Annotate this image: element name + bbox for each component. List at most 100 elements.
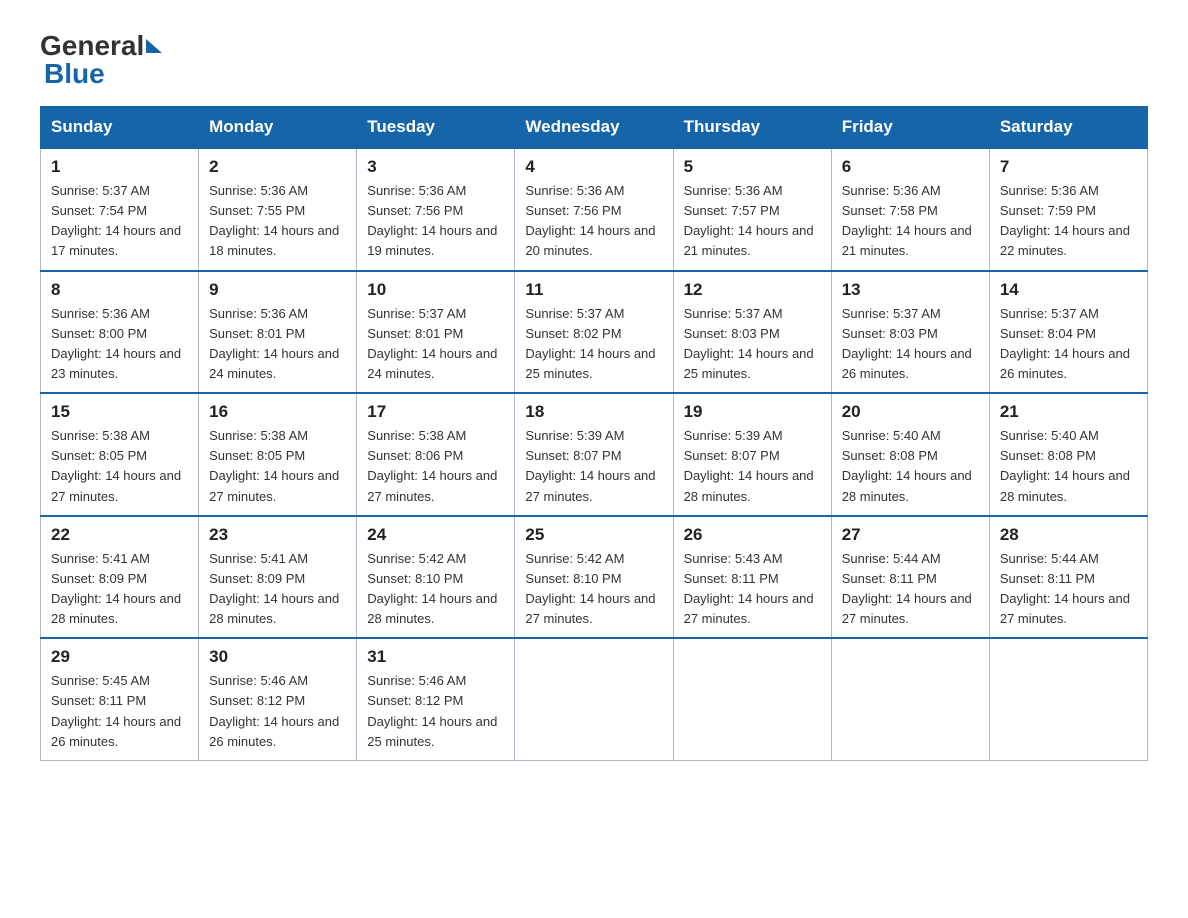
- calendar-day-cell: [673, 638, 831, 760]
- calendar-day-cell: 22 Sunrise: 5:41 AMSunset: 8:09 PMDayligh…: [41, 516, 199, 639]
- day-info: Sunrise: 5:36 AMSunset: 7:55 PMDaylight:…: [209, 181, 346, 262]
- day-number: 28: [1000, 525, 1137, 545]
- calendar-day-cell: 8 Sunrise: 5:36 AMSunset: 8:00 PMDaylight…: [41, 271, 199, 394]
- day-number: 12: [684, 280, 821, 300]
- weekday-header-wednesday: Wednesday: [515, 107, 673, 149]
- day-info: Sunrise: 5:45 AMSunset: 8:11 PMDaylight:…: [51, 671, 188, 752]
- calendar-day-cell: 9 Sunrise: 5:36 AMSunset: 8:01 PMDaylight…: [199, 271, 357, 394]
- weekday-header-tuesday: Tuesday: [357, 107, 515, 149]
- day-info: Sunrise: 5:40 AMSunset: 8:08 PMDaylight:…: [842, 426, 979, 507]
- calendar-day-cell: 3 Sunrise: 5:36 AMSunset: 7:56 PMDaylight…: [357, 148, 515, 271]
- logo-blue-text: Blue: [40, 58, 105, 90]
- calendar-day-cell: 20 Sunrise: 5:40 AMSunset: 8:08 PMDayligh…: [831, 393, 989, 516]
- day-number: 30: [209, 647, 346, 667]
- calendar-day-cell: 13Sunrise: 5:37 AMSunset: 8:03 PMDayligh…: [831, 271, 989, 394]
- calendar-day-cell: 11Sunrise: 5:37 AMSunset: 8:02 PMDayligh…: [515, 271, 673, 394]
- weekday-header-sunday: Sunday: [41, 107, 199, 149]
- calendar-day-cell: 26 Sunrise: 5:43 AMSunset: 8:11 PMDayligh…: [673, 516, 831, 639]
- calendar-day-cell: 2 Sunrise: 5:36 AMSunset: 7:55 PMDaylight…: [199, 148, 357, 271]
- day-info: Sunrise: 5:38 AMSunset: 8:05 PMDaylight:…: [209, 426, 346, 507]
- day-number: 1: [51, 157, 188, 177]
- calendar-table: SundayMondayTuesdayWednesdayThursdayFrid…: [40, 106, 1148, 761]
- calendar-day-cell: 7 Sunrise: 5:36 AMSunset: 7:59 PMDaylight…: [989, 148, 1147, 271]
- day-number: 22: [51, 525, 188, 545]
- calendar-day-cell: 25 Sunrise: 5:42 AMSunset: 8:10 PMDayligh…: [515, 516, 673, 639]
- day-info: Sunrise: 5:41 AMSunset: 8:09 PMDaylight:…: [51, 549, 188, 630]
- day-info: Sunrise: 5:42 AMSunset: 8:10 PMDaylight:…: [525, 549, 662, 630]
- calendar-day-cell: 19Sunrise: 5:39 AMSunset: 8:07 PMDayligh…: [673, 393, 831, 516]
- day-info: Sunrise: 5:36 AMSunset: 8:00 PMDaylight:…: [51, 304, 188, 385]
- calendar-day-cell: 1 Sunrise: 5:37 AMSunset: 7:54 PMDaylight…: [41, 148, 199, 271]
- weekday-header-friday: Friday: [831, 107, 989, 149]
- calendar-day-cell: 12 Sunrise: 5:37 AMSunset: 8:03 PMDayligh…: [673, 271, 831, 394]
- calendar-day-cell: 31 Sunrise: 5:46 AMSunset: 8:12 PMDayligh…: [357, 638, 515, 760]
- day-number: 29: [51, 647, 188, 667]
- calendar-day-cell: 15Sunrise: 5:38 AMSunset: 8:05 PMDayligh…: [41, 393, 199, 516]
- day-number: 20: [842, 402, 979, 422]
- weekday-header-thursday: Thursday: [673, 107, 831, 149]
- day-info: Sunrise: 5:36 AMSunset: 7:56 PMDaylight:…: [367, 181, 504, 262]
- calendar-week-row: 15Sunrise: 5:38 AMSunset: 8:05 PMDayligh…: [41, 393, 1148, 516]
- weekday-header-monday: Monday: [199, 107, 357, 149]
- page-header: General Blue: [40, 30, 1148, 90]
- day-number: 16: [209, 402, 346, 422]
- day-info: Sunrise: 5:37 AMSunset: 8:03 PMDaylight:…: [684, 304, 821, 385]
- day-number: 31: [367, 647, 504, 667]
- day-number: 8: [51, 280, 188, 300]
- day-info: Sunrise: 5:44 AMSunset: 8:11 PMDaylight:…: [842, 549, 979, 630]
- day-info: Sunrise: 5:43 AMSunset: 8:11 PMDaylight:…: [684, 549, 821, 630]
- calendar-day-cell: [831, 638, 989, 760]
- day-info: Sunrise: 5:36 AMSunset: 8:01 PMDaylight:…: [209, 304, 346, 385]
- calendar-day-cell: 29 Sunrise: 5:45 AMSunset: 8:11 PMDayligh…: [41, 638, 199, 760]
- day-number: 3: [367, 157, 504, 177]
- day-number: 2: [209, 157, 346, 177]
- calendar-day-cell: 27Sunrise: 5:44 AMSunset: 8:11 PMDayligh…: [831, 516, 989, 639]
- calendar-day-cell: [989, 638, 1147, 760]
- calendar-week-row: 8 Sunrise: 5:36 AMSunset: 8:00 PMDaylight…: [41, 271, 1148, 394]
- day-number: 5: [684, 157, 821, 177]
- calendar-day-cell: 28Sunrise: 5:44 AMSunset: 8:11 PMDayligh…: [989, 516, 1147, 639]
- day-info: Sunrise: 5:42 AMSunset: 8:10 PMDaylight:…: [367, 549, 504, 630]
- day-number: 23: [209, 525, 346, 545]
- day-number: 4: [525, 157, 662, 177]
- day-number: 14: [1000, 280, 1137, 300]
- calendar-day-cell: 23 Sunrise: 5:41 AMSunset: 8:09 PMDayligh…: [199, 516, 357, 639]
- day-info: Sunrise: 5:36 AMSunset: 7:57 PMDaylight:…: [684, 181, 821, 262]
- calendar-day-cell: 4Sunrise: 5:36 AMSunset: 7:56 PMDaylight…: [515, 148, 673, 271]
- day-number: 19: [684, 402, 821, 422]
- day-info: Sunrise: 5:46 AMSunset: 8:12 PMDaylight:…: [209, 671, 346, 752]
- day-info: Sunrise: 5:37 AMSunset: 8:01 PMDaylight:…: [367, 304, 504, 385]
- day-number: 6: [842, 157, 979, 177]
- day-number: 26: [684, 525, 821, 545]
- day-info: Sunrise: 5:46 AMSunset: 8:12 PMDaylight:…: [367, 671, 504, 752]
- weekday-header-row: SundayMondayTuesdayWednesdayThursdayFrid…: [41, 107, 1148, 149]
- day-number: 10: [367, 280, 504, 300]
- calendar-day-cell: 17 Sunrise: 5:38 AMSunset: 8:06 PMDayligh…: [357, 393, 515, 516]
- calendar-day-cell: 14 Sunrise: 5:37 AMSunset: 8:04 PMDayligh…: [989, 271, 1147, 394]
- day-number: 7: [1000, 157, 1137, 177]
- calendar-day-cell: 21 Sunrise: 5:40 AMSunset: 8:08 PMDayligh…: [989, 393, 1147, 516]
- day-info: Sunrise: 5:40 AMSunset: 8:08 PMDaylight:…: [1000, 426, 1137, 507]
- calendar-week-row: 29 Sunrise: 5:45 AMSunset: 8:11 PMDayligh…: [41, 638, 1148, 760]
- day-info: Sunrise: 5:37 AMSunset: 8:04 PMDaylight:…: [1000, 304, 1137, 385]
- day-number: 25: [525, 525, 662, 545]
- calendar-week-row: 22 Sunrise: 5:41 AMSunset: 8:09 PMDayligh…: [41, 516, 1148, 639]
- calendar-day-cell: 30 Sunrise: 5:46 AMSunset: 8:12 PMDayligh…: [199, 638, 357, 760]
- logo: General Blue: [40, 30, 164, 90]
- day-info: Sunrise: 5:37 AMSunset: 7:54 PMDaylight:…: [51, 181, 188, 262]
- day-info: Sunrise: 5:36 AMSunset: 7:59 PMDaylight:…: [1000, 181, 1137, 262]
- day-info: Sunrise: 5:39 AMSunset: 8:07 PMDaylight:…: [525, 426, 662, 507]
- calendar-day-cell: 10 Sunrise: 5:37 AMSunset: 8:01 PMDayligh…: [357, 271, 515, 394]
- day-info: Sunrise: 5:38 AMSunset: 8:06 PMDaylight:…: [367, 426, 504, 507]
- calendar-day-cell: 24Sunrise: 5:42 AMSunset: 8:10 PMDayligh…: [357, 516, 515, 639]
- day-info: Sunrise: 5:41 AMSunset: 8:09 PMDaylight:…: [209, 549, 346, 630]
- day-number: 9: [209, 280, 346, 300]
- day-number: 17: [367, 402, 504, 422]
- day-number: 21: [1000, 402, 1137, 422]
- calendar-day-cell: 18Sunrise: 5:39 AMSunset: 8:07 PMDayligh…: [515, 393, 673, 516]
- day-info: Sunrise: 5:36 AMSunset: 7:58 PMDaylight:…: [842, 181, 979, 262]
- calendar-day-cell: 5 Sunrise: 5:36 AMSunset: 7:57 PMDaylight…: [673, 148, 831, 271]
- calendar-day-cell: [515, 638, 673, 760]
- calendar-week-row: 1 Sunrise: 5:37 AMSunset: 7:54 PMDaylight…: [41, 148, 1148, 271]
- day-info: Sunrise: 5:38 AMSunset: 8:05 PMDaylight:…: [51, 426, 188, 507]
